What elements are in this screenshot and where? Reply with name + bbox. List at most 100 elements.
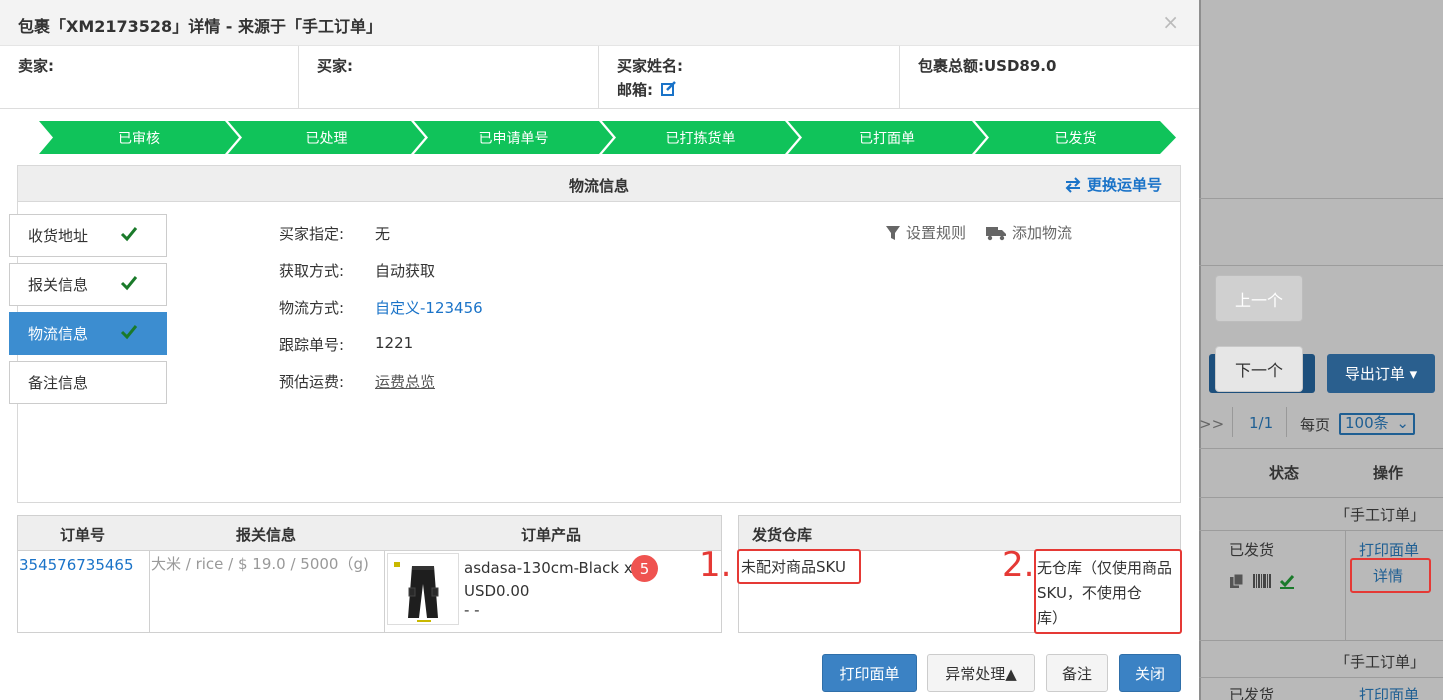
tab-label: 备注信息 [28, 374, 89, 392]
shipping-method-link[interactable]: 自定义-123456 [375, 297, 483, 318]
annotation-marker-2: 2. [1002, 545, 1035, 585]
check-icon [120, 325, 138, 340]
total-value: USD89.0 [984, 57, 1057, 75]
annotation-marker-1: 1. [699, 545, 732, 585]
print-label-button[interactable]: 打印面单 [822, 654, 917, 692]
truck-icon [986, 226, 1006, 240]
print-label-link[interactable]: 打印面单 [1359, 684, 1419, 700]
product-price: USD0.00 [464, 582, 530, 600]
logistics-panel: 物流信息 更换运单号 [17, 165, 1181, 503]
check-icon [120, 227, 138, 242]
step-4: 已打拣货单 [665, 130, 736, 147]
per-page-select[interactable]: 100条 ⌄ [1339, 413, 1415, 435]
filter-icon [886, 225, 900, 240]
bg-divider [1199, 677, 1443, 678]
close-button[interactable]: 关闭 [1119, 654, 1181, 692]
bg-divider [1199, 265, 1443, 266]
pants-image-icon [394, 562, 439, 622]
status-shipped: 已发货 [1229, 686, 1275, 700]
modal-title: 包裹「XM2173528」详情 - 来源于「手工订单」 [18, 17, 382, 36]
col-divider [384, 551, 385, 632]
change-tracking-label: 更换运单号 [1086, 176, 1162, 194]
tab-label: 物流信息 [28, 325, 89, 343]
unmatched-sku-text: 未配对商品SKU [741, 558, 846, 576]
column-action: 操作 [1373, 464, 1404, 482]
no-warehouse-text-3: 库） [1037, 609, 1068, 627]
remark-button[interactable]: 备注 [1046, 654, 1108, 692]
tab-label: 收货地址 [28, 227, 89, 245]
check-icon [120, 276, 138, 291]
set-rule-button[interactable]: 设置规则 [886, 222, 966, 243]
order-table-header: 订单号 报关信息 订单产品 [18, 516, 721, 551]
add-logistics-button[interactable]: 添加物流 [986, 222, 1072, 243]
bg-divider [1199, 497, 1443, 498]
status-shipped: 已发货 [1229, 541, 1275, 559]
tab-remark-info[interactable]: 备注信息 [9, 361, 167, 404]
export-orders-label: 导出订单 ▾ [1344, 365, 1418, 383]
buyer-cell: 买家: [299, 46, 599, 109]
change-tracking-link[interactable]: 更换运单号 [1065, 174, 1162, 195]
set-rule-label: 设置规则 [906, 224, 967, 242]
tab-label: 报关信息 [28, 276, 89, 294]
detail-link[interactable]: 详情 [1373, 565, 1403, 586]
fee-overview-link[interactable]: 运费总览 [375, 371, 435, 392]
step-1: 已审核 [118, 130, 160, 147]
warehouse-header: 发货仓库 [739, 516, 1180, 551]
column-product: 订单产品 [521, 526, 582, 544]
package-detail-modal: 包裹「XM2173528」详情 - 来源于「手工订单」 × 卖家: 买家: 买家… [0, 0, 1199, 700]
close-icon[interactable]: × [1162, 10, 1179, 34]
tab-customs-info[interactable]: 报关信息 [9, 263, 167, 306]
customs-info-text: 大米 / rice / $ 19.0 / 5000（g) [151, 555, 369, 573]
email-label: 邮箱: [617, 81, 653, 99]
buyer-specified-value: 无 [375, 225, 391, 243]
tab-shipping-address[interactable]: 收货地址 [9, 214, 167, 257]
barcode-icon[interactable] [1253, 573, 1271, 589]
edit-icon[interactable] [661, 81, 677, 97]
product-name: asdasa-130cm-Black x [464, 559, 633, 577]
buyer-specified-label: 买家指定: [279, 225, 345, 243]
copy-icon[interactable] [1229, 573, 1245, 589]
no-warehouse-text-2: SKU，不使用仓 [1037, 584, 1142, 602]
fetch-method-value: 自动获取 [375, 262, 436, 280]
exception-handling-button[interactable]: 异常处理▲ [927, 654, 1035, 692]
order-number-link[interactable]: 354576735465 [19, 556, 134, 574]
product-extra: - - [464, 601, 480, 619]
shipping-method-label: 物流方式: [279, 299, 345, 317]
col-divider [149, 551, 150, 632]
bg-divider [1199, 198, 1443, 199]
add-logistics-label: 添加物流 [1012, 224, 1073, 242]
print-label-link[interactable]: 打印面单 [1359, 539, 1419, 560]
chevron-down-icon: ⌄ [1396, 414, 1409, 432]
modal-header: 包裹「XM2173528」详情 - 来源于「手工订单」 × [0, 0, 1199, 46]
fetch-method-label: 获取方式: [279, 262, 345, 280]
step-3: 已申请单号 [478, 130, 549, 147]
warehouse-header-label: 发货仓库 [752, 526, 813, 544]
bg-col-divider [1345, 531, 1346, 640]
seller-cell: 卖家: [0, 46, 299, 109]
email-row: 邮箱: [617, 78, 881, 102]
tab-logistics-info[interactable]: 物流信息 [9, 312, 167, 355]
product-image[interactable] [387, 553, 459, 625]
tracking-number-value: 1221 [375, 334, 414, 352]
check-icon[interactable] [1279, 573, 1295, 589]
tracking-number-label: 跟踪单号: [279, 336, 345, 354]
logistics-header: 物流信息 更换运单号 [18, 166, 1180, 202]
order-group-label: 「手工订单」 [1335, 506, 1426, 524]
step-5: 已打面单 [859, 130, 915, 147]
step-2: 已处理 [305, 130, 348, 147]
pager-arrows[interactable]: >> [1199, 415, 1224, 433]
total-label: 包裹总额: [918, 57, 984, 75]
row-icons [1229, 573, 1295, 589]
pager-divider [1232, 407, 1233, 437]
bg-divider [1199, 640, 1443, 641]
swap-icon [1065, 176, 1081, 193]
pager-pages[interactable]: 1/1 [1249, 414, 1273, 432]
buyer-name-cell: 买家姓名: 邮箱: [599, 46, 900, 109]
column-order-no: 订单号 [60, 526, 106, 544]
pager-divider [1286, 407, 1287, 437]
next-button[interactable]: 下一个 [1215, 346, 1303, 392]
buyer-name-label: 买家姓名: [617, 57, 683, 75]
previous-button[interactable]: 上一个 [1215, 275, 1303, 322]
column-customs: 报关信息 [236, 526, 297, 544]
export-orders-button[interactable]: 导出订单 ▾ [1327, 354, 1435, 393]
